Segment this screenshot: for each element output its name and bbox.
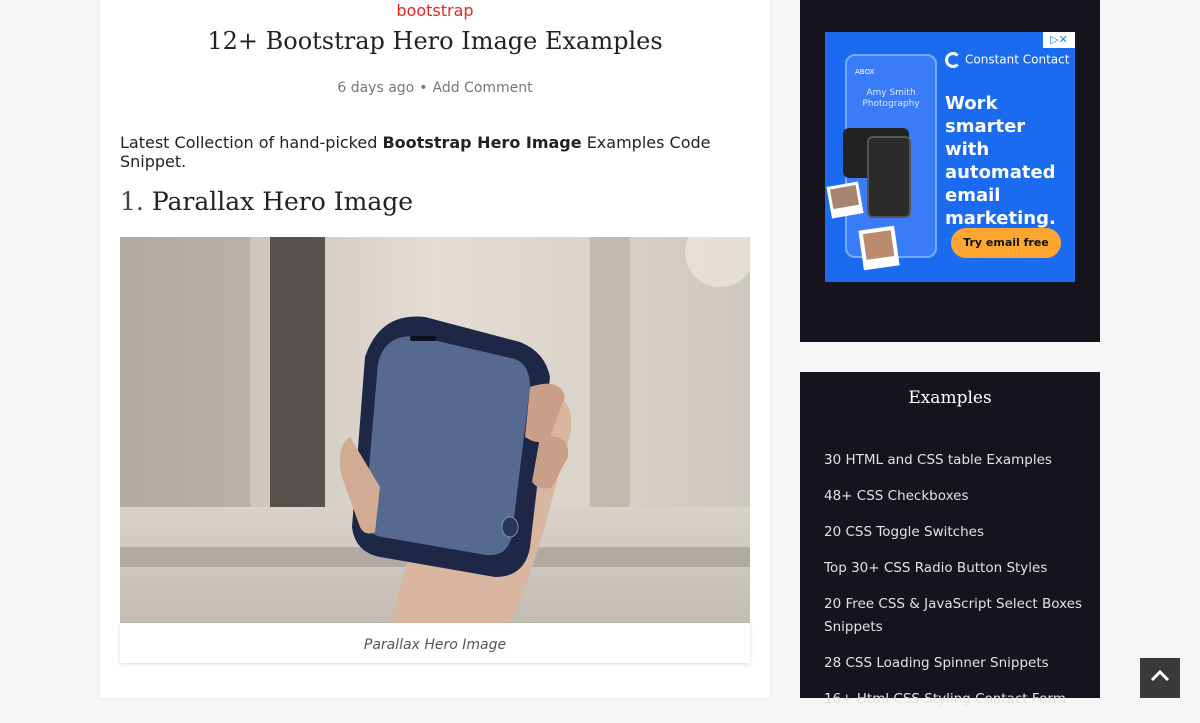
- list-item: Top 30+ CSS Radio Button Styles: [824, 556, 1084, 579]
- ad-brand: Constant Contact: [945, 52, 1069, 68]
- chevron-up-icon: [1150, 669, 1170, 682]
- widget-title: Examples: [908, 388, 992, 408]
- example-link[interactable]: Top 30+ CSS Radio Button Styles: [824, 560, 1047, 576]
- ad-photo-portrait: [858, 225, 900, 271]
- post-title: 12+ Bootstrap Hero Image Examples: [207, 27, 663, 55]
- sidebar-ad-widget: ABOX Amy Smith Photography Constant Cont…: [800, 0, 1100, 342]
- meta-separator: •: [419, 80, 428, 96]
- ad-headline-line: smarter with: [945, 116, 1026, 160]
- list-item: 28 CSS Loading Spinner Snippets: [824, 651, 1084, 674]
- intro-paragraph: Latest Collection of hand-picked Bootstr…: [120, 133, 750, 171]
- image-caption: Parallax Hero Image: [120, 623, 750, 663]
- section-number: 1.: [120, 187, 144, 216]
- hand-holding-phone-photo: [120, 237, 750, 623]
- ad-photo-thumb: [826, 181, 864, 219]
- ad-phone-name: Amy Smith Photography: [862, 88, 920, 109]
- ad-headline-line: email: [945, 185, 1001, 206]
- example-link[interactable]: 48+ CSS Checkboxes: [824, 488, 969, 504]
- examples-list: 30 HTML and CSS table Examples 48+ CSS C…: [824, 448, 1084, 723]
- constant-contact-logo-icon: [945, 52, 961, 68]
- main-content: bootstrap 12+ Bootstrap Hero Image Examp…: [100, 0, 770, 698]
- adchoices-icon[interactable]: ▷✕: [1043, 32, 1075, 48]
- ad-phone-logo: ABOX: [855, 68, 875, 76]
- example-link[interactable]: 20 CSS Toggle Switches: [824, 524, 984, 540]
- example-link[interactable]: 16+ Html CSS Styling Contact Form: [824, 691, 1066, 707]
- add-comment-link[interactable]: Add Comment: [433, 80, 533, 96]
- scroll-to-top-button[interactable]: [1140, 658, 1180, 698]
- intro-bold: Bootstrap Hero Image: [382, 133, 582, 152]
- ad-brand-name: Constant Contact: [965, 52, 1070, 67]
- list-item: 48+ CSS Checkboxes: [824, 484, 1084, 507]
- list-item: 20 Free CSS & JavaScript Select Boxes Sn…: [824, 592, 1084, 638]
- example-link[interactable]: 30 HTML and CSS table Examples: [824, 452, 1052, 468]
- category-link[interactable]: bootstrap: [100, 1, 770, 20]
- hero-image: [120, 237, 750, 623]
- camera-lens-image: [867, 136, 911, 218]
- ad-cta-button[interactable]: Try email free: [951, 228, 1061, 258]
- ad-headline-line: marketing.: [945, 208, 1056, 229]
- list-item: 30 HTML and CSS table Examples: [824, 448, 1084, 471]
- ad-headline: Work smarter with automated email market…: [945, 92, 1073, 230]
- list-item: 20 CSS Toggle Switches: [824, 520, 1084, 543]
- example-link[interactable]: 20 Free CSS & JavaScript Select Boxes Sn…: [824, 596, 1082, 635]
- section-title: Parallax Hero Image: [151, 187, 414, 216]
- list-item: 16+ Html CSS Styling Contact Form: [824, 687, 1084, 710]
- ad-headline-line: automated: [945, 162, 1056, 183]
- advertisement-banner[interactable]: ABOX Amy Smith Photography Constant Cont…: [825, 32, 1075, 282]
- section-heading: 1. Parallax Hero Image: [120, 187, 413, 216]
- post-meta: 6 days ago • Add Comment: [100, 80, 770, 96]
- ad-headline-line: Work: [945, 93, 998, 114]
- post-date: 6 days ago: [337, 80, 415, 96]
- example-link[interactable]: 28 CSS Loading Spinner Snippets: [824, 655, 1049, 671]
- intro-text: Latest Collection of hand-picked: [120, 133, 383, 152]
- examples-widget: Examples 30 HTML and CSS table Examples …: [800, 372, 1100, 707]
